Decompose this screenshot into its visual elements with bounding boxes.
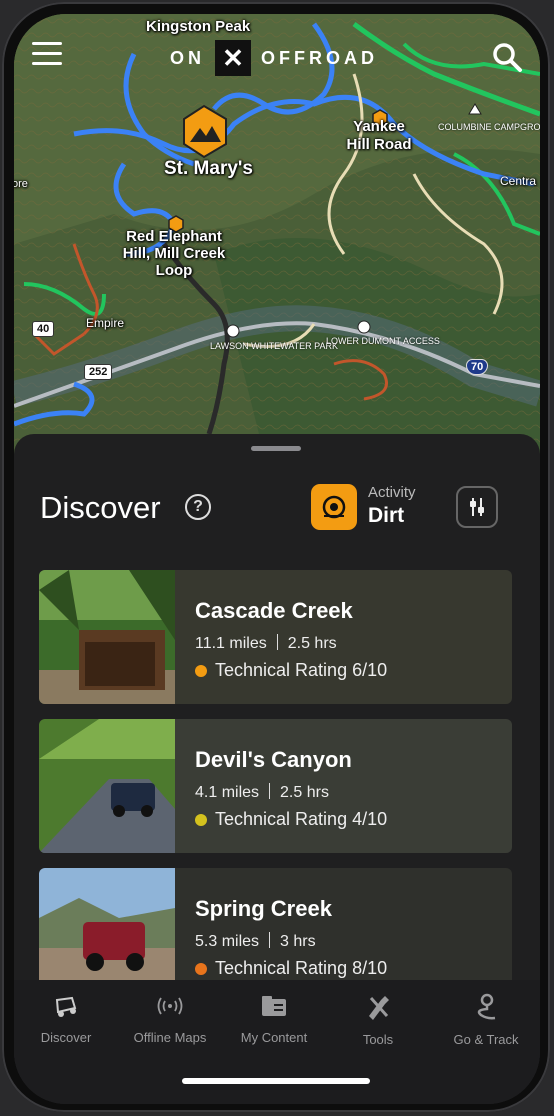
tab-label: Tools bbox=[362, 1032, 394, 1047]
trail-meta: 5.3 miles 3 hrs bbox=[195, 932, 316, 951]
jeep-icon bbox=[55, 996, 77, 1017]
trail-card-spring-creek[interactable]: Spring Creek 5.3 miles 3 hrs Technical Ra… bbox=[39, 868, 512, 992]
tab-tools[interactable]: Tools bbox=[326, 992, 430, 1052]
page-title: Discover bbox=[40, 490, 161, 525]
search-icon[interactable] bbox=[490, 40, 524, 74]
tab-label: My Content bbox=[240, 1030, 308, 1045]
trail-rating-text: Technical Rating 8/10 bbox=[215, 958, 388, 978]
menu-icon[interactable] bbox=[32, 42, 64, 68]
help-icon[interactable]: ? bbox=[185, 494, 211, 520]
trail-rating: Technical Rating 8/10 bbox=[195, 958, 387, 979]
trail-card-body: Spring Creek 5.3 miles 3 hrs Technical Ra… bbox=[175, 868, 512, 992]
map-label-empire: Empire bbox=[86, 316, 125, 330]
highway-shield-40: 40 bbox=[32, 321, 55, 337]
map-label-red-elephant[interactable]: Red Elephant Hill, Mill Creek Loop bbox=[122, 228, 226, 279]
map-label-ore: ore bbox=[14, 178, 28, 190]
activity-caption: Activity bbox=[368, 484, 416, 501]
home-indicator[interactable] bbox=[182, 1078, 370, 1084]
trail-name: Devil's Canyon bbox=[195, 747, 352, 772]
logo-offroad: OFFROAD bbox=[261, 47, 378, 68]
trail-rating-text: Technical Rating 6/10 bbox=[215, 660, 388, 680]
rating-dot-icon bbox=[195, 962, 207, 975]
trail-distance: 5.3 miles bbox=[195, 933, 260, 950]
trail-name: Spring Creek bbox=[195, 896, 332, 921]
tools-icon bbox=[369, 996, 389, 1020]
rating-dot-icon bbox=[195, 813, 207, 826]
tab-label: Go & Track bbox=[453, 1032, 519, 1047]
trail-thumbnail bbox=[39, 719, 175, 853]
broadcast-icon bbox=[157, 997, 183, 1015]
map-label-lower-dumont: LOWER DUMONT ACCESS bbox=[326, 336, 440, 346]
logo-x: ✕ bbox=[215, 40, 251, 76]
trail-name: Cascade Creek bbox=[195, 598, 353, 623]
app-logo: ON ✕ OFFROAD bbox=[170, 40, 378, 76]
trail-rating-text: Technical Rating 4/10 bbox=[215, 809, 388, 829]
trail-thumbnail bbox=[39, 868, 175, 992]
activity-dirt-icon[interactable] bbox=[311, 484, 357, 530]
trail-duration: 2.5 hrs bbox=[287, 635, 337, 652]
tab-discover[interactable]: Discover bbox=[14, 992, 118, 1052]
map-label-columbine: COLUMBINE CAMPGROUND bbox=[438, 122, 540, 132]
tab-label: Discover bbox=[40, 1030, 92, 1045]
trail-rating: Technical Rating 6/10 bbox=[195, 660, 387, 681]
trail-meta: 11.1 miles 2.5 hrs bbox=[195, 634, 337, 653]
trail-card-body: Devil's Canyon 4.1 miles 2.5 hrs Technica… bbox=[175, 719, 512, 853]
trail-rating: Technical Rating 4/10 bbox=[195, 809, 387, 830]
trail-card-body: Cascade Creek 11.1 miles 2.5 hrs Technica… bbox=[175, 570, 512, 704]
tab-go-track[interactable]: Go & Track bbox=[434, 992, 538, 1052]
trail-card-devils-canyon[interactable]: Devil's Canyon 4.1 miles 2.5 hrs Technica… bbox=[39, 719, 512, 853]
route-pin-icon bbox=[477, 993, 496, 1020]
trail-duration: 3 hrs bbox=[280, 933, 316, 950]
map-label-centra: Centra bbox=[500, 174, 537, 188]
logo-on: ON bbox=[170, 47, 205, 68]
trail-card-cascade-creek[interactable]: Cascade Creek 11.1 miles 2.5 hrs Technica… bbox=[39, 570, 512, 704]
map-label-st-marys[interactable]: St. Mary's bbox=[164, 158, 253, 180]
map-label-yankee-hill[interactable]: Yankee Hill Road bbox=[344, 118, 414, 154]
trail-duration: 2.5 hrs bbox=[280, 784, 329, 801]
filter-sliders-icon[interactable] bbox=[456, 486, 498, 528]
tab-label: Offline Maps bbox=[133, 1030, 207, 1045]
map-label-lawson: LAWSON WHITEWATER PARK bbox=[210, 341, 338, 351]
trail-distance: 11.1 miles bbox=[195, 635, 267, 652]
tab-offline-maps[interactable]: Offline Maps bbox=[118, 992, 222, 1052]
tab-my-content[interactable]: My Content bbox=[222, 992, 326, 1052]
trail-meta: 4.1 miles 2.5 hrs bbox=[195, 783, 329, 802]
topo-map bbox=[14, 14, 540, 454]
trail-distance: 4.1 miles bbox=[195, 784, 260, 801]
device-frame: ON ✕ OFFROAD Kingston Peak St. Mary's Ya… bbox=[2, 2, 550, 1112]
folder-icon bbox=[262, 996, 286, 1016]
map-view[interactable]: ON ✕ OFFROAD Kingston Peak St. Mary's Ya… bbox=[14, 14, 540, 454]
rating-dot-icon bbox=[195, 664, 207, 677]
tab-bar: Discover Offline Maps My Content Tools G… bbox=[14, 980, 540, 1104]
trail-thumbnail bbox=[39, 570, 175, 704]
app-screen: ON ✕ OFFROAD Kingston Peak St. Mary's Ya… bbox=[14, 14, 540, 1104]
sheet-grabber[interactable] bbox=[251, 446, 301, 451]
map-label-kingston: Kingston Peak bbox=[146, 18, 251, 35]
top-bar: ON ✕ OFFROAD bbox=[14, 38, 540, 78]
highway-shield-252: 252 bbox=[84, 364, 113, 380]
activity-value[interactable]: Dirt bbox=[368, 504, 404, 528]
